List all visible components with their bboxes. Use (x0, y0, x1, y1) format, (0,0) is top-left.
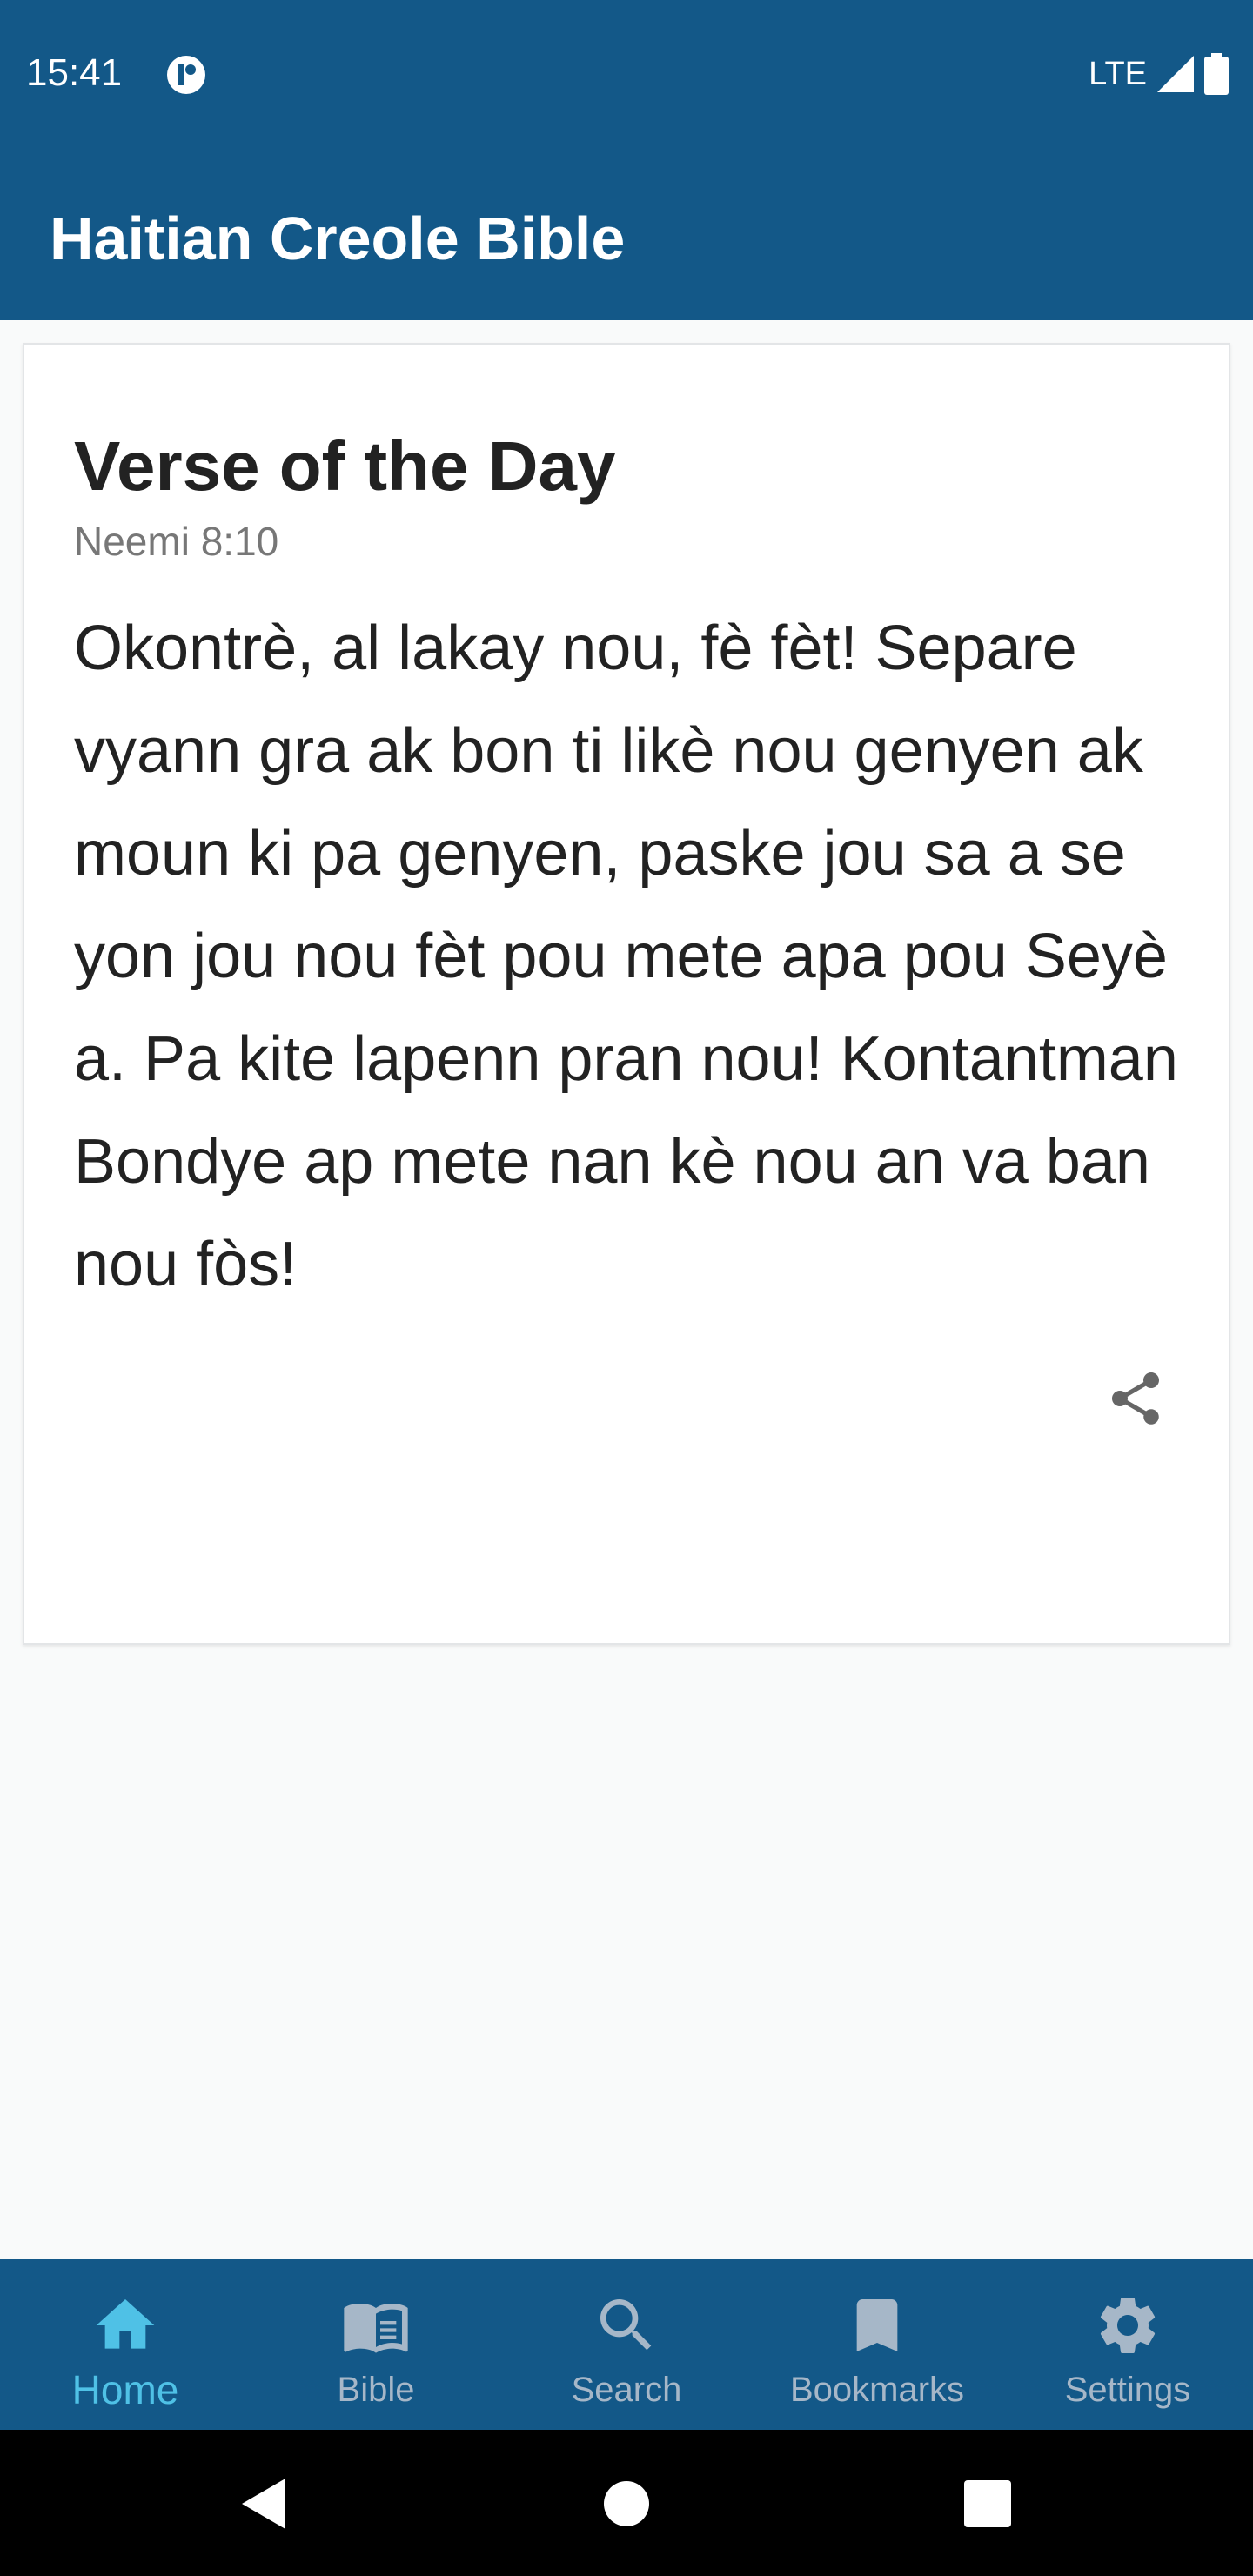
nav-label-settings: Settings (1064, 2371, 1191, 2409)
home-circle-icon[interactable] (596, 2473, 657, 2534)
battery-icon (1204, 53, 1229, 95)
bookmark-icon (856, 2299, 898, 2351)
nav-label-search: Search (571, 2371, 682, 2409)
book-icon (344, 2304, 408, 2353)
app-bar: Haitian Creole Bible (0, 150, 1253, 320)
nav-label-bible: Bible (337, 2371, 415, 2409)
share-icon (1112, 1372, 1159, 1425)
nav-item-bookmarks[interactable]: Bookmarks (752, 2259, 1002, 2430)
system-navigation-bar (0, 2430, 1253, 2576)
nav-label-bookmarks: Bookmarks (789, 2371, 965, 2409)
share-button[interactable] (1096, 1359, 1175, 1438)
status-bar: 15:41 LTE (0, 0, 1253, 150)
network-type-label: LTE (1089, 56, 1147, 92)
status-indicators: LTE (1089, 52, 1229, 96)
recents-icon[interactable] (957, 2473, 1018, 2534)
gear-icon (1100, 2298, 1156, 2353)
verse-text: Okontrè, al lakay nou, fè fèt! Separe vy… (74, 614, 1178, 1299)
nav-item-home[interactable]: Home (0, 2259, 251, 2430)
card-title: Verse of the Day (74, 427, 616, 505)
bottom-navigation: Home Bible Search Bookmarks Settings (0, 2259, 1253, 2430)
nav-item-search[interactable]: Search (501, 2259, 752, 2430)
back-icon[interactable] (235, 2473, 296, 2534)
signal-icon (1157, 56, 1194, 92)
status-time: 15:41 (26, 51, 123, 94)
home-icon (96, 2299, 155, 2349)
app-title: Haitian Creole Bible (50, 205, 626, 272)
search-icon (600, 2299, 652, 2351)
notification-app-icon (167, 56, 205, 94)
verse-reference: Neemi 8:10 (74, 519, 279, 564)
nav-item-bible[interactable]: Bible (251, 2259, 501, 2430)
verse-of-the-day-card: Verse of the Day Neemi 8:10 Okontrè, al … (23, 343, 1230, 1645)
nav-label-home: Home (71, 2367, 179, 2412)
nav-item-settings[interactable]: Settings (1002, 2259, 1253, 2430)
